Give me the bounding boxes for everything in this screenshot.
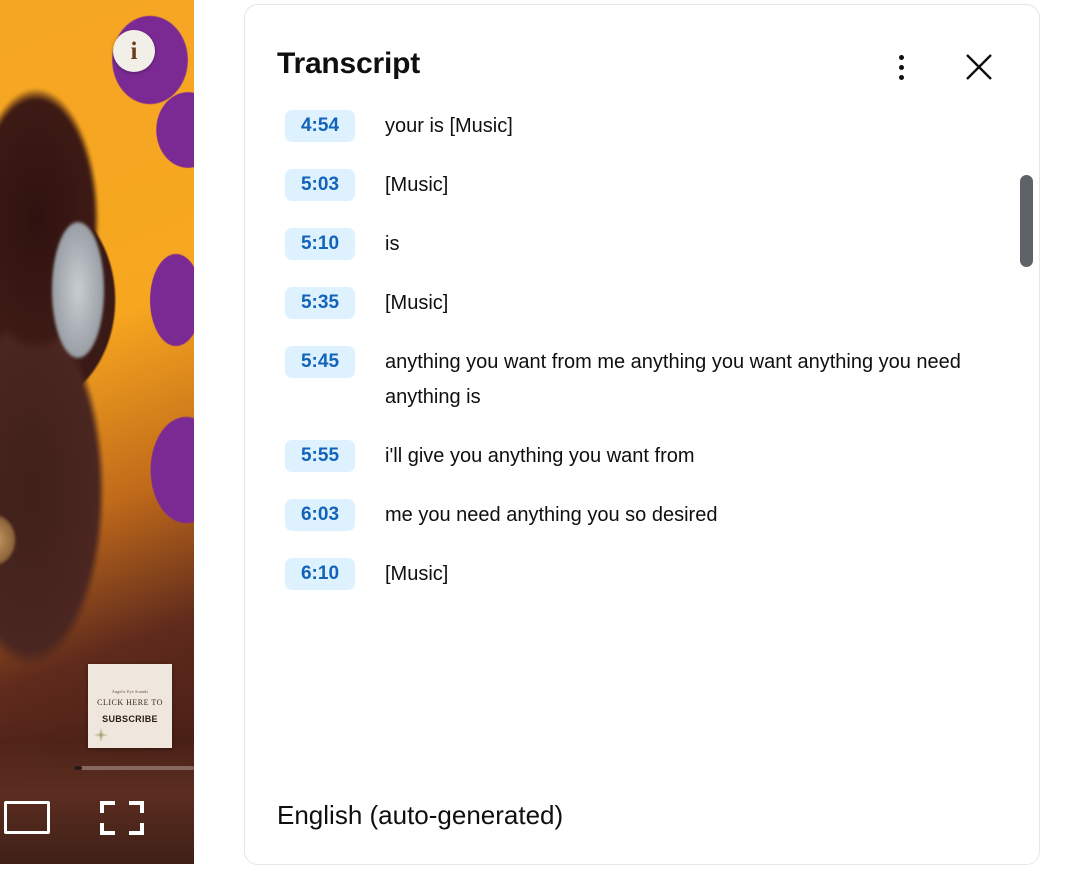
- transcript-text: [Music]: [385, 292, 449, 314]
- transcript-row[interactable]: 5:55 i'll give you anything you want fro…: [245, 439, 1039, 474]
- fullscreen-corner-tr: [129, 801, 144, 813]
- transcript-row[interactable]: 4:54 your is [Music]: [245, 109, 1039, 144]
- transcript-text: [Music]: [385, 174, 449, 196]
- info-icon[interactable]: i: [113, 30, 155, 72]
- transcript-text: is: [385, 233, 400, 255]
- transcript-timestamp[interactable]: 5:55: [285, 440, 355, 472]
- transcript-text: anything you want from me anything you w…: [385, 351, 961, 408]
- page-title: Transcript: [277, 47, 421, 80]
- scrollbar-thumb[interactable]: [1020, 175, 1033, 267]
- subscribe-watermark-card[interactable]: Angelic Eye Sounds CLICK HERE TO SUBSCRI…: [88, 664, 172, 748]
- transcript-timestamp[interactable]: 4:54: [285, 110, 355, 142]
- info-icon-glyph: i: [130, 37, 138, 65]
- transcript-list[interactable]: 4:54 your is [Music] 5:03 [Music] 5:10 i…: [245, 109, 1039, 769]
- kebab-dot-3: [898, 74, 904, 80]
- transcript-text: [Music]: [385, 563, 449, 585]
- fullscreen-corner-tl: [100, 801, 115, 813]
- transcript-row[interactable]: 6:10 [Music]: [245, 557, 1039, 592]
- transcript-text: i'll give you anything you want from: [385, 445, 695, 467]
- leaf-decoration-icon: [90, 724, 112, 746]
- video-player[interactable]: i Angelic Eye Sounds CLICK HERE TO SUBSC…: [0, 0, 194, 864]
- video-figure-illustration: [0, 20, 180, 720]
- transcript-text: me you need anything you so desired: [385, 504, 718, 526]
- subscribe-card-middle-line: CLICK HERE TO: [97, 697, 163, 707]
- fullscreen-icon[interactable]: [100, 801, 144, 835]
- more-options-icon[interactable]: [881, 47, 921, 87]
- transcript-footer: English (auto-generated): [245, 767, 1039, 864]
- transcript-row[interactable]: 5:35 [Music]: [245, 286, 1039, 321]
- language-selector[interactable]: English (auto-generated): [277, 800, 563, 831]
- transcript-timestamp[interactable]: 6:10: [285, 558, 355, 590]
- transcript-timestamp[interactable]: 5:35: [285, 287, 355, 319]
- transcript-timestamp[interactable]: 6:03: [285, 499, 355, 531]
- transcript-text: your is [Music]: [385, 115, 513, 137]
- transcript-panel: Transcript 4:54 your is [Music] 5:03 [Mu…: [244, 4, 1040, 865]
- fullscreen-corner-bl: [100, 823, 115, 835]
- video-progress-fill: [74, 766, 82, 770]
- subscribe-card-bottom-line: SUBSCRIBE: [102, 713, 158, 724]
- transcript-timestamp[interactable]: 5:45: [285, 346, 355, 378]
- close-icon[interactable]: [957, 45, 1001, 89]
- transcript-row[interactable]: 5:10 is: [245, 227, 1039, 262]
- fullscreen-corner-br: [129, 823, 144, 835]
- video-progress-bar[interactable]: [74, 766, 194, 770]
- theater-mode-icon[interactable]: [4, 801, 50, 834]
- transcript-row[interactable]: 6:03 me you need anything you so desired: [245, 498, 1039, 533]
- transcript-timestamp[interactable]: 5:10: [285, 228, 355, 260]
- subscribe-card-top-line: Angelic Eye Sounds: [111, 688, 149, 694]
- transcript-header: Transcript: [245, 5, 1039, 109]
- transcript-timestamp[interactable]: 5:03: [285, 169, 355, 201]
- kebab-dot-1: [898, 54, 904, 60]
- transcript-row[interactable]: 5:45 anything you want from me anything …: [245, 345, 1039, 415]
- kebab-dot-2: [898, 64, 904, 70]
- transcript-row[interactable]: 5:03 [Music]: [245, 168, 1039, 203]
